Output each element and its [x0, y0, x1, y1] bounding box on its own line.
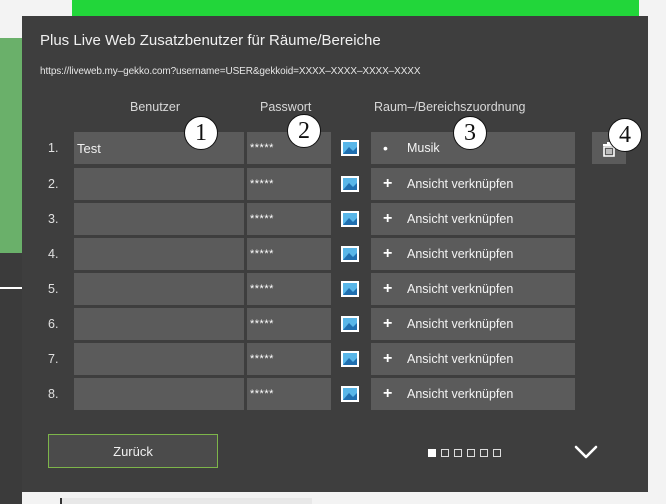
assign-view-button[interactable]: + Ansicht verknüpfen	[371, 378, 575, 410]
username-field[interactable]	[74, 238, 244, 270]
image-icon[interactable]	[340, 209, 360, 229]
page-dot-1[interactable]	[428, 449, 436, 457]
user-row: 3. ***** + Ansicht verknüpfen	[22, 203, 648, 235]
callout-1: 1	[184, 116, 218, 150]
username-field[interactable]: Test	[74, 132, 244, 164]
column-header-passwort: Passwort	[260, 100, 312, 114]
liveweb-users-dialog: Plus Live Web Zusatzbenutzer für Räume/B…	[22, 16, 648, 492]
image-icon[interactable]	[340, 138, 360, 158]
page-dot-3[interactable]	[454, 449, 462, 457]
app-bottom-panel	[60, 498, 312, 504]
column-header-benutzer: Benutzer	[130, 100, 181, 114]
plus-icon: +	[383, 210, 393, 227]
assign-label: Ansicht verknüpfen	[407, 212, 514, 226]
assigned-bullet: •	[383, 140, 388, 156]
callout-2: 2	[287, 114, 321, 148]
row-number: 7.	[48, 352, 59, 366]
assign-label: Ansicht verknüpfen	[407, 177, 514, 191]
app-divider	[0, 287, 22, 289]
row-number: 2.	[48, 177, 59, 191]
row-number: 5.	[48, 282, 59, 296]
page-indicator	[428, 449, 501, 457]
user-row: 5. ***** + Ansicht verknüpfen	[22, 273, 648, 305]
image-icon[interactable]	[340, 244, 360, 264]
app-side-panel	[0, 38, 22, 253]
assign-view-button[interactable]: + Ansicht verknüpfen	[371, 203, 575, 235]
image-icon[interactable]	[340, 279, 360, 299]
password-field[interactable]: *****	[247, 273, 331, 305]
app-left-column	[0, 253, 22, 504]
assign-view-button[interactable]: + Ansicht verknüpfen	[371, 168, 575, 200]
dialog-title: Plus Live Web Zusatzbenutzer für Räume/B…	[40, 32, 381, 49]
back-button[interactable]: Zurück	[48, 434, 218, 468]
assign-label: Ansicht verknüpfen	[407, 387, 514, 401]
user-row: 1. Test ***** • Musik	[22, 132, 648, 164]
plus-icon: +	[383, 175, 393, 192]
page-dot-4[interactable]	[467, 449, 475, 457]
assign-label: Ansicht verknüpfen	[407, 317, 514, 331]
plus-icon: +	[383, 385, 393, 402]
callout-3: 3	[453, 116, 487, 150]
plus-icon: +	[383, 350, 393, 367]
image-icon[interactable]	[340, 174, 360, 194]
assign-label: Ansicht verknüpfen	[407, 247, 514, 261]
image-icon[interactable]	[340, 384, 360, 404]
assign-view-button[interactable]: + Ansicht verknüpfen	[371, 308, 575, 340]
password-field[interactable]: *****	[247, 343, 331, 375]
page-dot-6[interactable]	[493, 449, 501, 457]
row-number: 6.	[48, 317, 59, 331]
username-field[interactable]	[74, 273, 244, 305]
user-row: 4. ***** + Ansicht verknüpfen	[22, 238, 648, 270]
assign-label: Musik	[407, 141, 440, 155]
plus-icon: +	[383, 315, 393, 332]
liveweb-url: https://liveweb.my–gekko.com?username=US…	[40, 66, 421, 77]
callout-4: 4	[608, 118, 642, 152]
plus-icon: +	[383, 280, 393, 297]
assign-label: Ansicht verknüpfen	[407, 352, 514, 366]
password-field[interactable]: *****	[247, 378, 331, 410]
username-field[interactable]	[74, 308, 244, 340]
page-dot-2[interactable]	[441, 449, 449, 457]
image-icon[interactable]	[340, 349, 360, 369]
password-field[interactable]: *****	[247, 308, 331, 340]
chevron-down-icon[interactable]	[573, 442, 599, 462]
password-field[interactable]: *****	[247, 203, 331, 235]
row-number: 4.	[48, 247, 59, 261]
image-icon[interactable]	[340, 314, 360, 334]
user-row: 2. ***** + Ansicht verknüpfen	[22, 168, 648, 200]
username-field[interactable]	[74, 378, 244, 410]
user-row: 7. ***** + Ansicht verknüpfen	[22, 343, 648, 375]
assign-label: Ansicht verknüpfen	[407, 282, 514, 296]
assign-view-button[interactable]: + Ansicht verknüpfen	[371, 238, 575, 270]
plus-icon: +	[383, 245, 393, 262]
username-field[interactable]	[74, 203, 244, 235]
assign-view-button[interactable]: + Ansicht verknüpfen	[371, 343, 575, 375]
username-field[interactable]	[74, 343, 244, 375]
password-field[interactable]: *****	[247, 168, 331, 200]
password-field[interactable]: *****	[247, 238, 331, 270]
row-number: 3.	[48, 212, 59, 226]
column-header-raum: Raum–/Bereichszuordnung	[374, 100, 526, 114]
username-field[interactable]	[74, 168, 244, 200]
assign-view-button[interactable]: + Ansicht verknüpfen	[371, 273, 575, 305]
user-row: 6. ***** + Ansicht verknüpfen	[22, 308, 648, 340]
row-number: 1.	[48, 141, 59, 155]
user-row: 8. ***** + Ansicht verknüpfen	[22, 378, 648, 410]
page-dot-5[interactable]	[480, 449, 488, 457]
row-number: 8.	[48, 387, 59, 401]
